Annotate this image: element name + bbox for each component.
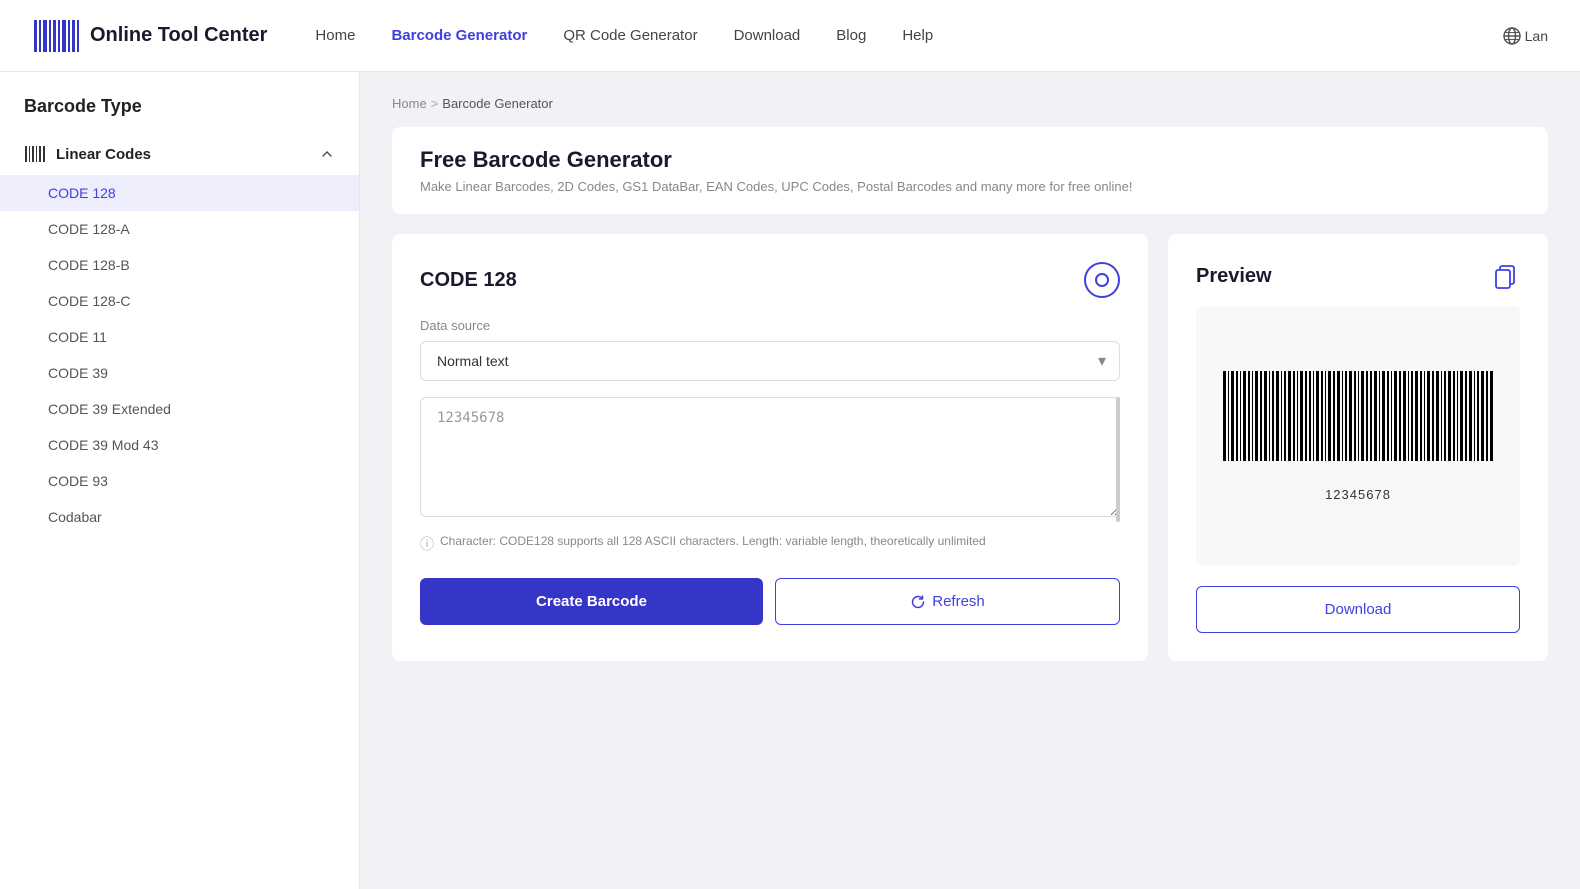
barcode-icon <box>24 143 46 165</box>
barcode-input[interactable]: 12345678 <box>420 397 1120 517</box>
nav-blog[interactable]: Blog <box>836 27 866 44</box>
nav-help[interactable]: Help <box>902 27 933 44</box>
sidebar-item-code-93[interactable]: CODE 93 <box>0 463 359 499</box>
create-barcode-button[interactable]: Create Barcode <box>420 578 763 625</box>
sidebar-item-code-39-extended[interactable]: CODE 39 Extended <box>0 391 359 427</box>
data-source-select[interactable]: Normal text Hex string Base64 <box>420 341 1120 381</box>
barcode-image <box>1218 371 1498 481</box>
form-card-title: CODE 128 <box>420 262 1120 298</box>
sidebar-item-code-39-mod-43[interactable]: CODE 39 Mod 43 <box>0 427 359 463</box>
sidebar-item-code-128-a[interactable]: CODE 128-A <box>0 211 359 247</box>
target-icon-inner <box>1095 273 1109 287</box>
sidebar-item-codabar[interactable]: Codabar <box>0 499 359 535</box>
copy-icon[interactable] <box>1492 262 1520 290</box>
sidebar-item-code-128-c[interactable]: CODE 128-C <box>0 283 359 319</box>
logo-area[interactable]: Online Tool Center <box>32 12 267 60</box>
textarea-scroll-area: 12345678 <box>420 397 1120 522</box>
breadcrumb-current: Barcode Generator <box>442 96 553 111</box>
info-icon: ⓘ <box>420 534 434 554</box>
form-card: CODE 128 Data source Normal text Hex str… <box>392 234 1148 661</box>
refresh-icon <box>910 594 926 610</box>
nav-barcode-generator[interactable]: Barcode Generator <box>391 27 527 44</box>
main-nav: Home Barcode Generator QR Code Generator… <box>315 27 1548 45</box>
page-title: Free Barcode Generator <box>420 147 1520 173</box>
chevron-up-icon <box>319 146 335 162</box>
sidebar-item-code-39[interactable]: CODE 39 <box>0 355 359 391</box>
refresh-button[interactable]: Refresh <box>775 578 1120 625</box>
sidebar-section-label: Linear Codes <box>24 143 151 165</box>
breadcrumb-home[interactable]: Home <box>392 96 427 111</box>
data-source-select-wrapper: Normal text Hex string Base64 ▾ <box>420 341 1120 381</box>
nav-download[interactable]: Download <box>734 27 801 44</box>
barcode-preview-area: 12345678 <box>1196 306 1520 566</box>
logo-icon <box>32 12 80 60</box>
target-icon[interactable] <box>1084 262 1120 298</box>
page-heading: Free Barcode Generator Make Linear Barco… <box>392 127 1548 214</box>
nav-home[interactable]: Home <box>315 27 355 44</box>
barcode-number: 12345678 <box>1325 487 1391 502</box>
info-text: ⓘ Character: CODE128 supports all 128 AS… <box>420 534 1120 554</box>
page-layout: Barcode Type Linear Codes CODE 128 <box>0 72 1580 889</box>
sidebar-item-code-11[interactable]: CODE 11 <box>0 319 359 355</box>
buttons-row: Create Barcode Refresh <box>420 578 1120 625</box>
sidebar-item-code-128[interactable]: CODE 128 <box>0 175 359 211</box>
preview-title: Preview <box>1196 262 1520 290</box>
sidebar: Barcode Type Linear Codes CODE 128 <box>0 72 360 889</box>
barcode-svg-container: 12345678 <box>1218 371 1498 502</box>
breadcrumb: Home > Barcode Generator <box>392 96 1548 111</box>
sidebar-title: Barcode Type <box>0 96 359 133</box>
header: Online Tool Center Home Barcode Generato… <box>0 0 1580 72</box>
globe-icon <box>1503 27 1521 45</box>
content-grid: CODE 128 Data source Normal text Hex str… <box>392 234 1548 661</box>
linear-codes-section-header[interactable]: Linear Codes <box>0 133 359 175</box>
nav-qr-code-generator[interactable]: QR Code Generator <box>563 27 697 44</box>
sidebar-item-code-128-b[interactable]: CODE 128-B <box>0 247 359 283</box>
main-content: Home > Barcode Generator Free Barcode Ge… <box>360 72 1580 889</box>
page-description: Make Linear Barcodes, 2D Codes, GS1 Data… <box>420 179 1520 194</box>
breadcrumb-separator: > <box>431 96 439 111</box>
language-selector[interactable]: Lan <box>1503 27 1548 45</box>
logo-title: Online Tool Center <box>90 24 267 47</box>
scrollbar[interactable] <box>1116 397 1120 522</box>
data-source-label: Data source <box>420 318 1120 333</box>
lang-label: Lan <box>1525 28 1548 44</box>
preview-card: Preview <box>1168 234 1548 661</box>
download-button[interactable]: Download <box>1196 586 1520 633</box>
